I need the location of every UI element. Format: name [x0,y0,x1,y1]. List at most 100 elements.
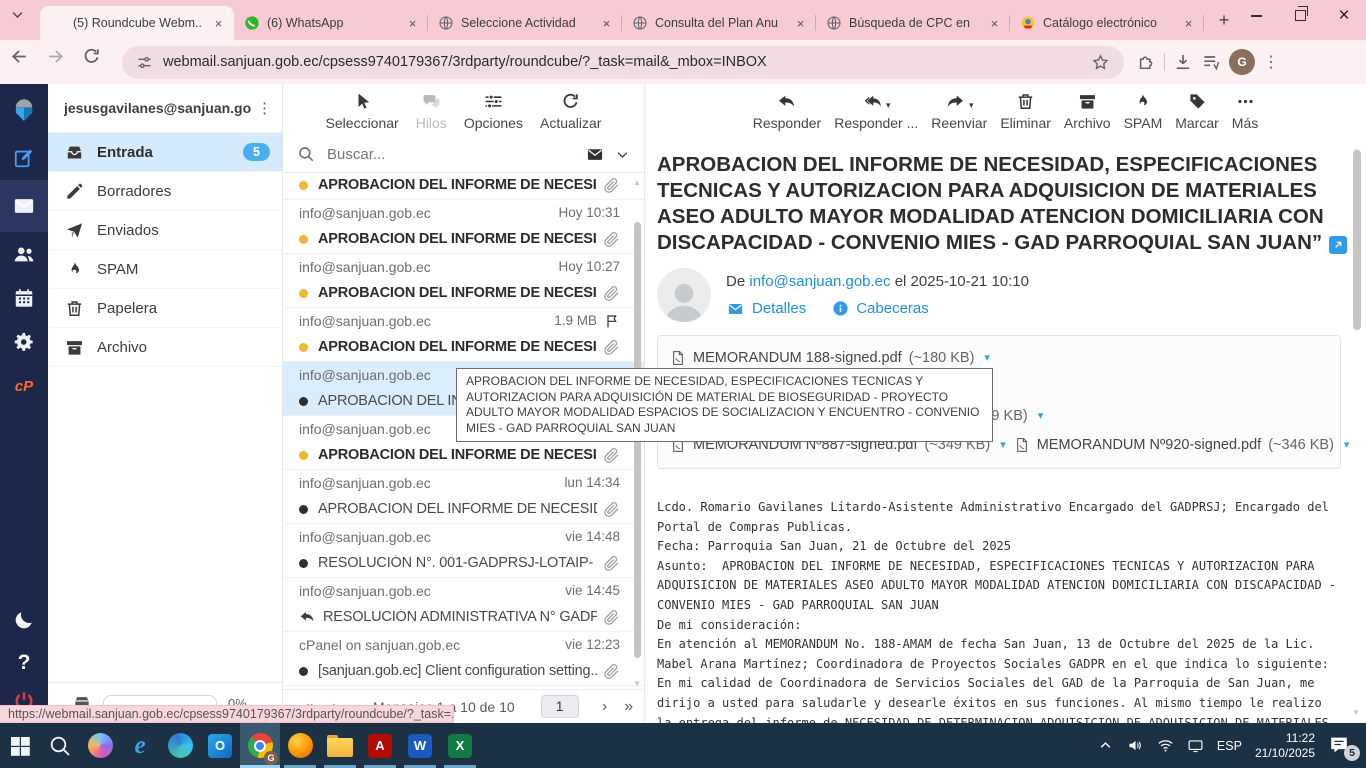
attachment-item[interactable]: MEMORANDUM Nº920-signed.pdf(~346 KB)▾ [1014,435,1350,455]
search-options-chevron-icon[interactable] [615,147,630,162]
taskbar-outlook-button[interactable]: O [200,723,240,768]
dark-mode-button[interactable] [13,609,35,636]
toolbar-button-opciones[interactable]: Opciones [464,91,523,136]
toolbar-button-actualizar[interactable]: Actualizar [540,91,601,136]
toolbar-button-seleccionar[interactable]: Seleccionar [326,91,399,136]
profile-avatar[interactable]: G [1229,49,1255,75]
wifi-icon[interactable] [1157,737,1174,754]
toolbar-button-eliminar[interactable]: Eliminar [1000,91,1051,136]
url-text[interactable]: webmail.sanjuan.gob.ec/cpsess9740179367/… [163,54,1081,70]
last-page-button[interactable]: » [617,698,641,716]
list-scroll-up-arrow[interactable]: ▲ [633,178,641,187]
tab-search-chevron-button[interactable] [10,7,36,33]
search-scope-mail-icon[interactable] [585,146,605,163]
caret-down-icon[interactable]: ▾ [969,100,974,111]
tab-close-button[interactable]: × [598,15,615,32]
browser-tab[interactable]: Catálogo electrónico× [1010,6,1204,40]
sidebar-folder-borradores[interactable]: Borradores [48,172,282,211]
back-button[interactable] [10,47,40,77]
sidebar-folder-papelera[interactable]: Papelera [48,289,282,328]
reload-button[interactable] [82,47,112,77]
message-list-item[interactable]: info@sanjuan.gob.ecHoy 10:31APROBACION D… [283,200,644,254]
taskbar-firefox-button[interactable] [280,723,320,768]
taskbar-word-button[interactable]: W [400,723,440,768]
message-list-item[interactable]: info@sanjuan.gob.ecvie 14:48RESOLUCIÓN N… [283,524,644,578]
tab-close-button[interactable]: × [986,15,1003,32]
sidebar-folder-entrada[interactable]: Entrada5 [48,133,282,172]
browser-tab[interactable]: Seleccione Actividad× [428,6,622,40]
sidebar-folder-enviados[interactable]: Enviados [48,211,282,250]
toolbar-button-responder[interactable]: ▾Responder ... [834,91,918,136]
toolbar-button-reenviar[interactable]: ▾Reenviar [931,91,987,136]
settings-nav-button[interactable] [0,320,48,364]
browser-tab[interactable]: (5) Roundcube Webm...× [40,6,234,40]
taskbar-explorer-button[interactable] [320,723,360,768]
compose-button[interactable] [0,136,48,180]
notifications-button[interactable]: 5 [1328,734,1354,758]
attachment-item[interactable]: MEMORANDUM 188-signed.pdf(~180 KB)▾ [670,348,990,368]
list-scroll-down-arrow[interactable]: ▼ [633,679,641,688]
attachment-menu-caret-icon[interactable]: ▾ [1344,438,1350,451]
headers-link[interactable]: Cabeceras [832,300,929,317]
toolbar-button-marcar[interactable]: Marcar [1175,91,1219,136]
tab-close-button[interactable]: × [1180,15,1197,32]
message-list-item[interactable]: info@sanjuan.gob.ecHoy 10:27APROBACION D… [283,254,644,308]
search-input[interactable] [325,145,575,164]
attachment-menu-caret-icon[interactable]: ▾ [1000,438,1006,451]
toolbar-button-ms[interactable]: Más [1232,91,1258,136]
browser-tab[interactable]: Búsqueda de CPC en× [816,6,1010,40]
toolbar-button-archivo[interactable]: Archivo [1064,91,1111,136]
tab-close-button[interactable]: × [404,15,421,32]
calendar-nav-button[interactable] [0,276,48,320]
message-list-item[interactable]: cPanel on sanjuan.gob.ecvie 12:23[sanjua… [283,632,644,686]
message-list-item[interactable]: info@sanjuan.gob.ec1.9 MBAPROBACION DEL … [283,308,644,362]
taskbar-acrobat-button[interactable]: A [360,723,400,768]
language-indicator[interactable]: ESP [1217,739,1242,753]
forward-button[interactable] [46,47,76,77]
taskbar-excel-button[interactable]: X [440,723,480,768]
details-link[interactable]: Detalles [726,300,806,317]
taskbar-copilot-button[interactable] [80,723,120,768]
downloads-icon[interactable] [1173,52,1193,72]
sidebar-folder-spam[interactable]: SPAM [48,250,282,289]
account-menu-icon[interactable]: ⋮ [257,99,272,117]
message-list-item[interactable]: APROBACION DEL INFORME DE NECESIDA... [283,172,644,200]
reading-list-icon[interactable] [1201,52,1221,72]
help-button[interactable]: ? [18,651,31,675]
tab-close-button[interactable]: × [792,15,809,32]
taskbar-start-button[interactable] [0,723,40,768]
contacts-nav-button[interactable] [0,232,48,276]
taskbar-chrome-button[interactable]: G [240,723,280,768]
browser-tab[interactable]: (6) WhatsApp× [234,6,428,40]
tab-close-button[interactable]: × [210,15,227,32]
minimize-button[interactable] [1234,0,1278,31]
mail-nav-button[interactable] [0,180,48,232]
taskbar-edge-button[interactable] [160,723,200,768]
volume-icon[interactable] [1127,737,1144,754]
caret-down-icon[interactable]: ▾ [886,100,891,111]
toolbar-button-spam[interactable]: SPAM [1124,91,1163,136]
extensions-icon[interactable] [1136,52,1156,72]
bookmark-star-icon[interactable] [1091,53,1110,72]
site-info-icon[interactable] [136,54,153,71]
taskbar-ie-button[interactable]: e [120,723,160,768]
reader-scroll-down-arrow[interactable]: ▼ [1352,708,1360,717]
page-number-box[interactable]: 1 [541,695,579,718]
clock[interactable]: 11:22 21/10/2025 [1255,731,1315,761]
url-bar[interactable]: webmail.sanjuan.gob.ec/cpsess9740179367/… [122,46,1124,79]
display-cast-icon[interactable] [1187,737,1204,754]
open-in-new-window-icon[interactable] [1329,236,1347,254]
taskbar-search-button[interactable] [40,723,80,768]
attachment-menu-caret-icon[interactable]: ▾ [984,351,990,364]
message-list-item[interactable]: info@sanjuan.gob.ecvie 14:45RESOLUCIÓN A… [283,578,644,632]
cpanel-button[interactable]: cP [0,364,48,408]
message-list-item[interactable]: info@sanjuan.gob.eclun 14:34APROBACION D… [283,470,644,524]
toolbar-button-responder[interactable]: Responder [753,91,822,136]
attachment-menu-caret-icon[interactable]: ▾ [1038,409,1044,422]
next-page-button[interactable]: › [593,698,617,716]
reader-scrollbar-thumb[interactable] [1353,150,1361,330]
sidebar-folder-archivo[interactable]: Archivo [48,328,282,367]
tray-expand-icon[interactable] [1097,737,1114,754]
browser-menu-icon[interactable]: ⋮ [1263,52,1279,72]
sender-email-link[interactable]: info@sanjuan.gob.ec [749,273,890,290]
